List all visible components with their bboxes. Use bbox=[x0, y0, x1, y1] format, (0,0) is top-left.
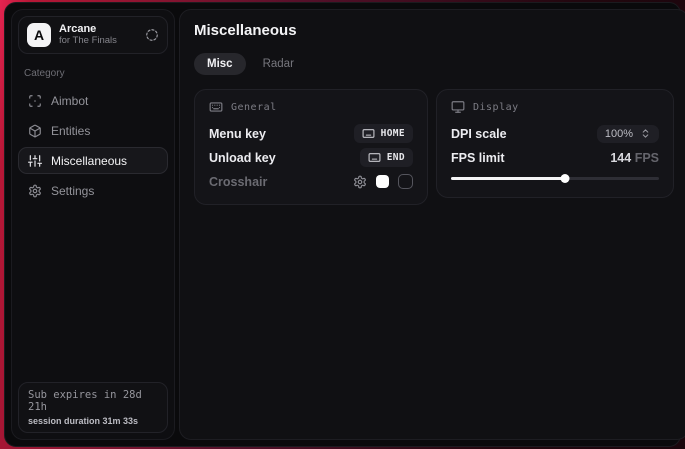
sidebar-item-label: Settings bbox=[51, 184, 94, 198]
app-window: A Arcane for The Finals Category bbox=[4, 2, 681, 447]
menu-key-bind-button[interactable]: HOME bbox=[354, 124, 413, 143]
slider-thumb[interactable] bbox=[561, 174, 570, 183]
unload-key-label: Unload key bbox=[209, 151, 276, 165]
scan-target-icon bbox=[28, 94, 42, 108]
monitor-icon bbox=[451, 100, 465, 114]
general-card-title: General bbox=[231, 102, 277, 113]
keyboard-icon bbox=[209, 100, 223, 114]
brand-card: A Arcane for The Finals bbox=[18, 16, 168, 54]
fps-limit-label: FPS limit bbox=[451, 151, 504, 165]
crosshair-checkbox[interactable] bbox=[398, 174, 413, 189]
screen: A Arcane for The Finals Category bbox=[0, 0, 685, 449]
fps-limit-value: 144 FPS bbox=[610, 151, 659, 165]
sidebar-item-aimbot[interactable]: Aimbot bbox=[18, 87, 168, 114]
menu-key-row: Menu key HOME bbox=[209, 125, 413, 142]
app-name: Arcane bbox=[59, 23, 117, 36]
sidebar-item-label: Aimbot bbox=[51, 94, 88, 108]
sidebar-item-label: Miscellaneous bbox=[51, 154, 127, 168]
display-card-header: Display bbox=[451, 100, 659, 114]
sliders-icon bbox=[28, 154, 42, 168]
settings-cards: General Menu key HOME bbox=[194, 89, 674, 205]
dpi-scale-value: 100% bbox=[605, 128, 633, 140]
dpi-scale-row: DPI scale 100% bbox=[451, 125, 659, 142]
sidebar-nav: Aimbot Entities bbox=[18, 87, 168, 204]
keyboard-icon bbox=[368, 151, 381, 164]
general-card-header: General bbox=[209, 100, 413, 114]
crosshair-settings-gear-icon[interactable] bbox=[353, 175, 367, 189]
app-logo: A bbox=[27, 23, 51, 47]
sidebar-item-miscellaneous[interactable]: Miscellaneous bbox=[18, 147, 168, 174]
general-card: General Menu key HOME bbox=[194, 89, 428, 205]
dpi-scale-select[interactable]: 100% bbox=[597, 125, 659, 143]
tab-bar: Misc Radar bbox=[194, 53, 674, 75]
unload-key-value: END bbox=[387, 152, 405, 163]
fps-limit-slider[interactable] bbox=[451, 173, 659, 183]
unload-key-row: Unload key END bbox=[209, 149, 413, 166]
sidebar-item-label: Entities bbox=[51, 124, 90, 138]
crosshair-color-swatch[interactable] bbox=[376, 175, 389, 188]
crosshair-row: Crosshair bbox=[209, 173, 413, 190]
category-label: Category bbox=[24, 68, 162, 79]
fps-unit: FPS bbox=[635, 151, 659, 165]
subscription-info-card: Sub expires in 28d 21h session duration … bbox=[18, 382, 168, 433]
keyboard-icon bbox=[362, 127, 375, 140]
gear-icon bbox=[28, 184, 42, 198]
display-card-title: Display bbox=[473, 102, 519, 113]
crosshair-controls bbox=[353, 174, 413, 189]
brand-text: Arcane for The Finals bbox=[59, 23, 117, 47]
session-duration-text: session duration 31m 33s bbox=[28, 416, 158, 426]
sidebar-item-entities[interactable]: Entities bbox=[18, 117, 168, 144]
dpi-scale-label: DPI scale bbox=[451, 127, 507, 141]
circle-dashed-icon[interactable] bbox=[145, 28, 159, 42]
menu-key-label: Menu key bbox=[209, 127, 266, 141]
fps-limit-row: FPS limit 144 FPS bbox=[451, 149, 659, 166]
chevrons-up-down-icon bbox=[640, 128, 651, 139]
slider-fill bbox=[451, 177, 565, 180]
unload-key-bind-button[interactable]: END bbox=[360, 148, 413, 167]
page-title: Miscellaneous bbox=[194, 22, 674, 39]
sub-expires-text: Sub expires in 28d 21h bbox=[28, 389, 158, 413]
tab-misc[interactable]: Misc bbox=[194, 53, 246, 75]
fps-number: 144 bbox=[610, 151, 631, 165]
tab-radar[interactable]: Radar bbox=[250, 53, 307, 75]
menu-key-value: HOME bbox=[381, 128, 405, 139]
sidebar: A Arcane for The Finals Category bbox=[11, 9, 175, 440]
box-icon bbox=[28, 124, 42, 138]
sidebar-item-settings[interactable]: Settings bbox=[18, 177, 168, 204]
app-subtitle: for The Finals bbox=[59, 36, 117, 47]
main-panel: Miscellaneous Misc Radar Gene bbox=[179, 9, 685, 440]
crosshair-label: Crosshair bbox=[209, 175, 267, 189]
display-card: Display DPI scale 100% bbox=[436, 89, 674, 198]
